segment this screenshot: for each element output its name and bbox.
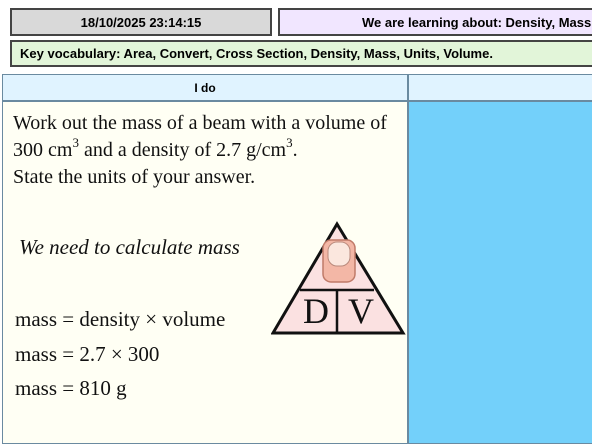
question-part-3: . xyxy=(292,139,298,161)
thumb-covering-icon xyxy=(322,239,356,283)
equation-formula: mass = density × volume xyxy=(15,307,226,331)
equation-substitution: mass = 2.7 × 300 xyxy=(15,342,160,366)
question-text: Work out the mass of a beam with a volum… xyxy=(13,110,408,191)
date-time-text: 18/10/2025 23:14:15 xyxy=(80,14,202,30)
key-vocabulary-text: Key vocabulary: Area, Convert, Cross Sec… xyxy=(20,46,493,61)
date-time-box: 18/10/2025 23:14:15 xyxy=(10,8,272,36)
right-column-header xyxy=(408,74,592,101)
question-units-instruction: State the units of your answer. xyxy=(13,166,256,188)
hint-text: We need to calculate mass xyxy=(19,235,240,259)
i-do-header: I do xyxy=(2,74,408,101)
learning-objective-box: We are learning about: Density, Mass, Vo… xyxy=(278,8,592,36)
formula-triangle: D V xyxy=(271,221,406,335)
i-do-header-label: I do xyxy=(194,80,216,95)
question-part-2: and a density of 2.7 g/cm xyxy=(78,139,287,161)
i-do-panel: Work out the mass of a beam with a volum… xyxy=(2,101,408,444)
triangle-d-label: D xyxy=(303,291,329,331)
equation-answer: mass = 810 g xyxy=(15,376,127,400)
blue-answer-panel xyxy=(408,101,592,444)
learning-objective-text: We are learning about: Density, Mass, Vo… xyxy=(362,14,592,30)
key-vocabulary-box: Key vocabulary: Area, Convert, Cross Sec… xyxy=(10,40,592,67)
triangle-v-label: V xyxy=(348,291,374,331)
